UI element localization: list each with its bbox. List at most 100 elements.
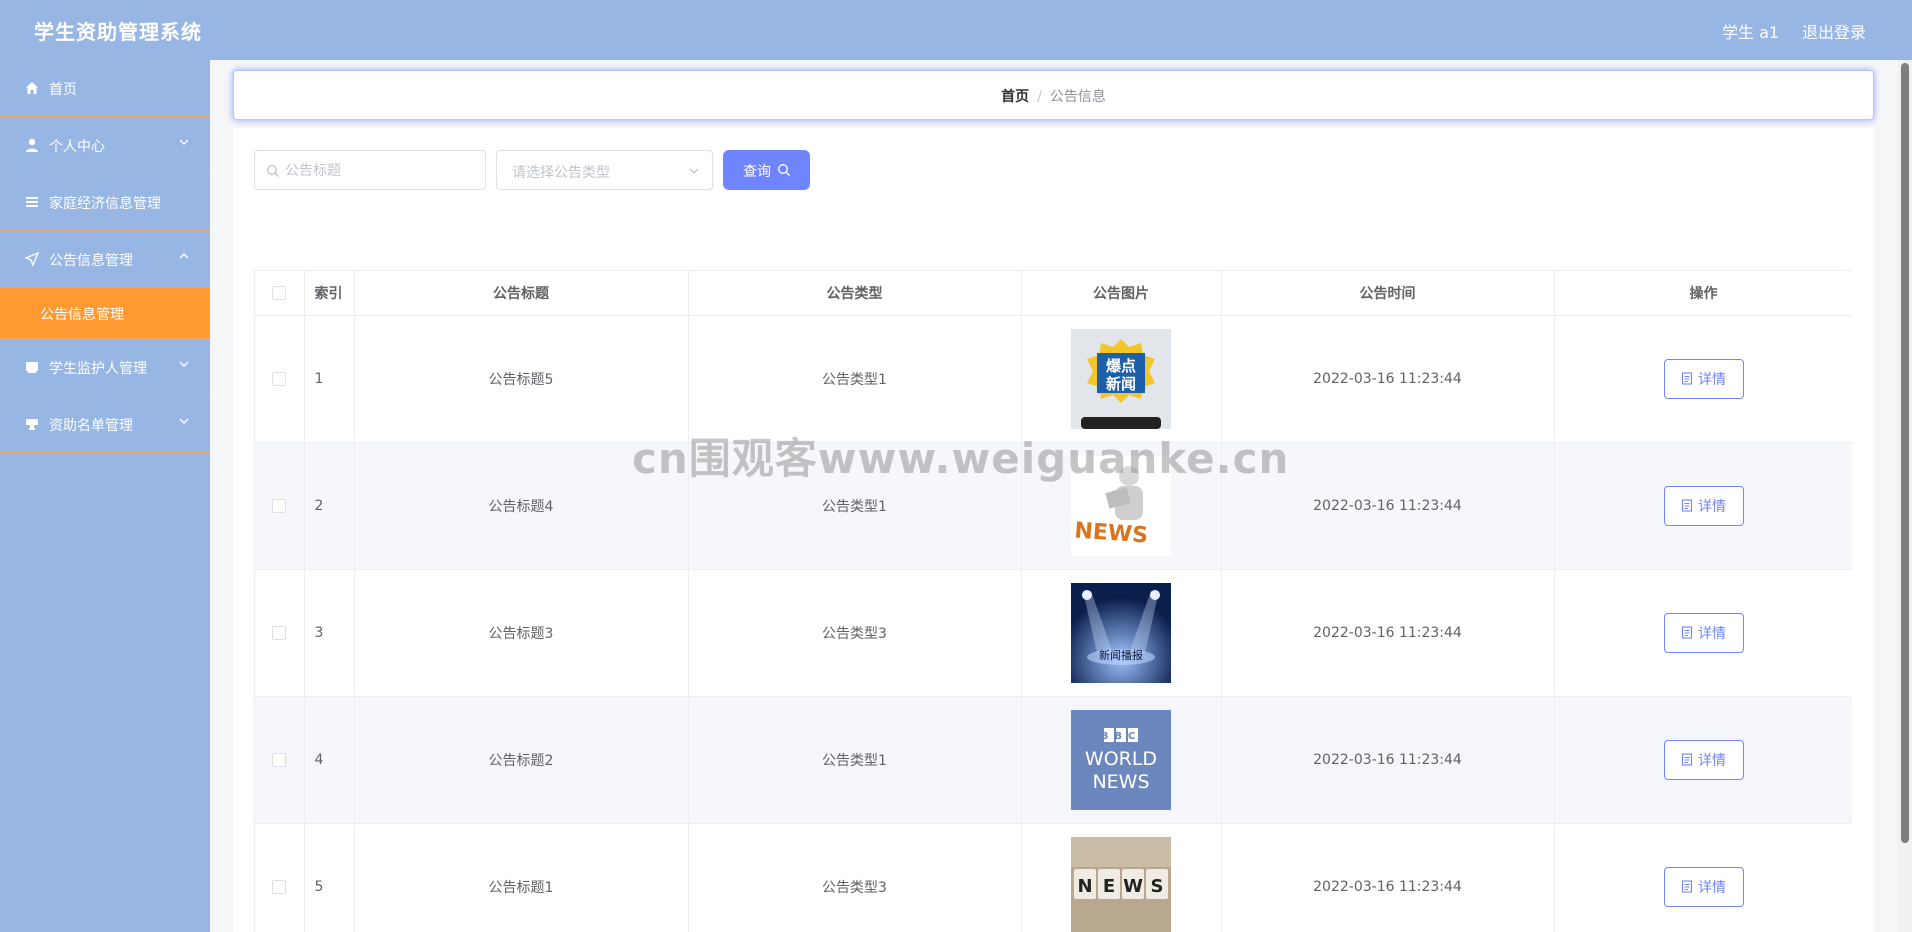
sidebar-item-aid-list[interactable]: 资助名单管理 [0,396,210,453]
sidebar-item-home[interactable]: 首页 [0,60,210,117]
current-user[interactable]: 学生 a1 [1722,19,1779,43]
scrollbar-thumb[interactable] [1901,63,1909,843]
detail-button-label: 详情 [1698,371,1726,388]
user-icon [26,138,38,152]
row-select-cell [255,315,305,443]
cell-image: 新闻播报 [1021,569,1222,697]
search-icon [267,165,279,177]
sidebar-item-label: 个人中心 [49,139,105,155]
document-icon [1681,880,1693,893]
thumbnail-text: 爆点 [1106,357,1136,375]
sidebar-item-label: 家庭经济信息管理 [49,196,161,212]
cell-title: 公告标题1 [354,823,689,932]
row-select-cell [255,823,305,932]
cell-time: 2022-03-16 11:23:44 [1221,442,1555,570]
send-icon [24,251,40,267]
page-scrollbar[interactable] [1898,60,1912,932]
select-all-cell [255,271,305,316]
row-select-cell [255,442,305,570]
cell-actions: 详情 [1554,696,1852,824]
app-title: 学生资助管理系统 [34,20,202,44]
stamp-icon [26,419,38,430]
thumbnail-text: BBC [1101,731,1142,742]
row-checkbox[interactable] [272,498,287,513]
cell-actions: 详情 [1554,569,1852,697]
detail-button[interactable]: 详情 [1663,612,1744,653]
cell-time: 2022-03-16 11:23:44 [1221,823,1555,932]
sidebar-subitem-announcement-management[interactable]: 公告信息管理 [0,288,210,339]
chevron-down-icon [689,168,699,174]
detail-button-label: 详情 [1698,625,1726,642]
thumbnail-text: NEWS [1074,518,1149,548]
column-header-actions: 操作 [1554,271,1852,316]
cell-actions: 详情 [1554,315,1852,443]
detail-button-label: 详情 [1698,752,1726,769]
row-checkbox[interactable] [272,371,287,386]
cell-type: 公告类型3 [688,569,1022,697]
table-row: 4 公告标题2 公告类型1 BBC WORLD NEWS 2022-03-16 … [255,696,1852,824]
query-button-label: 查询 [743,163,771,179]
thumbnail-text: WORLD [1085,748,1157,770]
top-header: 学生资助管理系统 学生 a1 退出登录 [0,0,1912,60]
news-thumbnail-image[interactable]: 新闻播报 [1071,582,1171,683]
column-header-time: 公告时间 [1221,271,1555,316]
cell-time: 2022-03-16 11:23:44 [1221,696,1555,824]
select-all-checkbox[interactable] [272,285,287,300]
chevron-down-icon [179,418,189,424]
logout-link[interactable]: 退出登录 [1802,19,1866,43]
table-row: 3 公告标题3 公告类型3 新闻播报 2022-03-16 11:23:44 详… [255,569,1852,697]
cell-title: 公告标题4 [354,442,689,570]
document-icon [1681,372,1693,385]
detail-button[interactable]: 详情 [1663,485,1744,526]
breadcrumb-separator: / [1037,89,1042,105]
thumbnail-text: 新闻 [1106,375,1136,393]
sidebar-item-personal-center[interactable]: 个人中心 [0,117,210,174]
news-thumbnail-image[interactable]: BBC WORLD NEWS [1071,709,1171,810]
row-select-cell [255,696,305,824]
document-icon [1681,753,1693,766]
table-row: 2 公告标题4 公告类型1 NEWS 2022-03-16 11:23:44 详… [255,442,1852,570]
sidebar-subitem-label: 公告信息管理 [40,307,124,323]
breadcrumb-card: 首页 / 公告信息 [233,70,1874,120]
detail-button[interactable]: 详情 [1663,866,1744,907]
thumbnail-text: W [1123,876,1143,897]
thumbnail-text: NEWS [1092,771,1149,793]
type-select[interactable]: 请选择公告类型 [496,150,713,190]
cell-time: 2022-03-16 11:23:44 [1221,569,1555,697]
sidebar-item-family-economy[interactable]: 家庭经济信息管理 [0,174,210,231]
cell-actions: 详情 [1554,442,1852,570]
title-search-input[interactable] [285,160,475,182]
title-search-field[interactable] [254,150,486,190]
cell-image: NEWS [1021,442,1222,570]
row-checkbox[interactable] [272,879,287,894]
detail-button[interactable]: 详情 [1663,358,1744,399]
breadcrumb-home[interactable]: 首页 [1001,89,1029,105]
chevron-up-icon [179,253,189,259]
sidebar-item-label: 学生监护人管理 [49,361,147,377]
cell-time: 2022-03-16 11:23:44 [1221,315,1555,443]
cell-title: 公告标题3 [354,569,689,697]
query-button[interactable]: 查询 [723,150,810,190]
column-header-type: 公告类型 [688,271,1022,316]
news-thumbnail-image[interactable]: NEWS [1071,455,1171,556]
cell-actions: 详情 [1554,823,1852,932]
table-header-row: 索引 公告标题 公告类型 公告图片 公告时间 操作 [255,271,1852,316]
cell-type: 公告类型1 [688,315,1022,443]
sidebar-item-label: 公告信息管理 [49,253,133,269]
detail-button-label: 详情 [1698,498,1726,515]
news-thumbnail-image[interactable]: 爆点 新闻 [1071,328,1171,429]
detail-button[interactable]: 详情 [1663,739,1744,780]
cell-type: 公告类型3 [688,823,1022,932]
table-row: 5 公告标题1 公告类型3 N E W S 2022-03-16 11:23:4… [255,823,1852,932]
row-checkbox[interactable] [272,752,287,767]
list-icon [26,197,38,207]
sidebar-item-announcement[interactable]: 公告信息管理 [0,231,210,288]
table-row: 1 公告标题5 公告类型1 爆点 新闻 2022-03-16 11:23:44 [255,315,1852,443]
document-icon [1681,499,1693,512]
row-select-cell [255,569,305,697]
row-checkbox[interactable] [272,625,287,640]
cell-index: 2 [304,442,355,570]
cell-title: 公告标题5 [354,315,689,443]
news-thumbnail-image[interactable]: N E W S [1071,836,1171,932]
sidebar-item-guardian[interactable]: 学生监护人管理 [0,339,210,396]
